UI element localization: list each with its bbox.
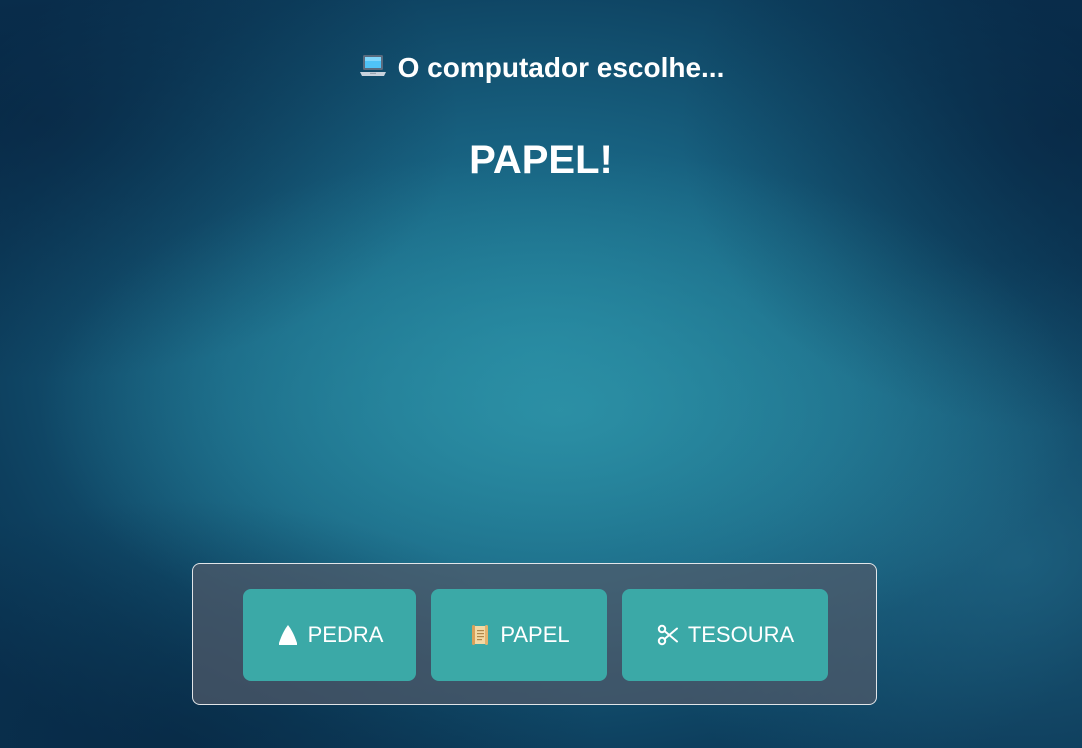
rock-button[interactable]: PEDRA — [243, 589, 416, 681]
rock-button-label: PEDRA — [307, 622, 384, 647]
scissors-button[interactable]: TESOURA — [622, 589, 828, 681]
choices-panel: PEDRA PAPEL TESOURA — [192, 563, 877, 705]
paper-button[interactable]: PAPEL — [431, 589, 607, 681]
computer-choice-result: PAPEL! — [469, 138, 613, 182]
rock-icon — [276, 623, 300, 647]
scissors-button-label: TESOURA — [687, 622, 795, 647]
scroll-icon — [468, 623, 492, 647]
scissors-icon — [656, 623, 680, 647]
laptop-icon — [358, 51, 388, 81]
status-text: O computador escolhe... — [397, 52, 725, 83]
paper-button-label: PAPEL — [500, 622, 570, 647]
computer-status: O computador escolhe... — [0, 50, 1082, 86]
